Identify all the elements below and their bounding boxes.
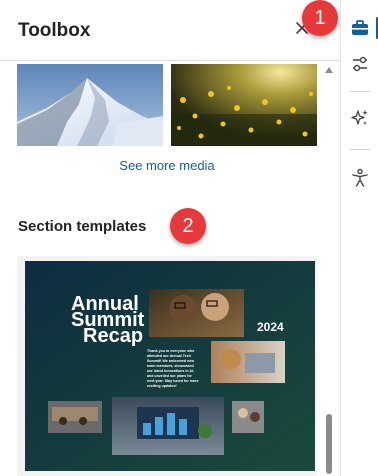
template-body-line-6: and unveiled our plans for — [147, 374, 193, 378]
panel-title: Toolbox — [18, 20, 91, 41]
template-headline-line-3: Recap — [83, 325, 143, 347]
rail-divider — [350, 91, 370, 92]
template-body-line-7: next year. Stay tuned for more — [147, 379, 199, 383]
toolbox-icon[interactable] — [348, 16, 372, 40]
rail-divider — [350, 149, 370, 150]
media-thumbnail-mountain[interactable] — [17, 64, 163, 146]
accessibility-icon[interactable] — [348, 166, 372, 190]
scrollbar-thumb[interactable] — [326, 414, 332, 474]
template-year: 2024 — [257, 320, 284, 334]
template-body-line-2: attended our Annual Tech — [147, 354, 191, 358]
sliders-icon[interactable] — [348, 52, 372, 76]
media-thumbnail-flowers[interactable] — [171, 64, 317, 146]
callout-badge-1: 1 — [302, 0, 338, 36]
template-body-line-5: our latest innovations in AI, — [147, 369, 194, 373]
template-preview: Annual Summit Recap 2024 Thank you to ev… — [25, 261, 315, 471]
section-template-card[interactable]: Annual Summit Recap 2024 Thank you to ev… — [17, 256, 317, 476]
panel-header: Toolbox — [0, 0, 340, 61]
scroll-up-arrow-icon[interactable] — [325, 67, 333, 73]
callout-badge-2: 2 — [170, 208, 206, 244]
toolbox-panel: Toolbox See more media Section templates… — [0, 0, 340, 476]
template-body-line-4: team members, showcased — [147, 364, 194, 368]
template-body-line-3: Summit! We welcomed new — [147, 359, 194, 363]
template-body-line-8: exciting updates! — [147, 384, 177, 388]
sparkle-icon[interactable] — [348, 106, 372, 130]
toolbox-content[interactable]: See more media Section templates Annual … — [0, 61, 340, 476]
template-photo-people — [149, 289, 244, 337]
section-templates-heading: Section templates — [18, 218, 147, 235]
see-more-media-link[interactable]: See more media — [0, 158, 334, 173]
vertical-scrollbar[interactable] — [322, 61, 336, 476]
side-rail — [340, 0, 378, 476]
template-body-line-1: Thank you to everyone who — [147, 349, 195, 353]
